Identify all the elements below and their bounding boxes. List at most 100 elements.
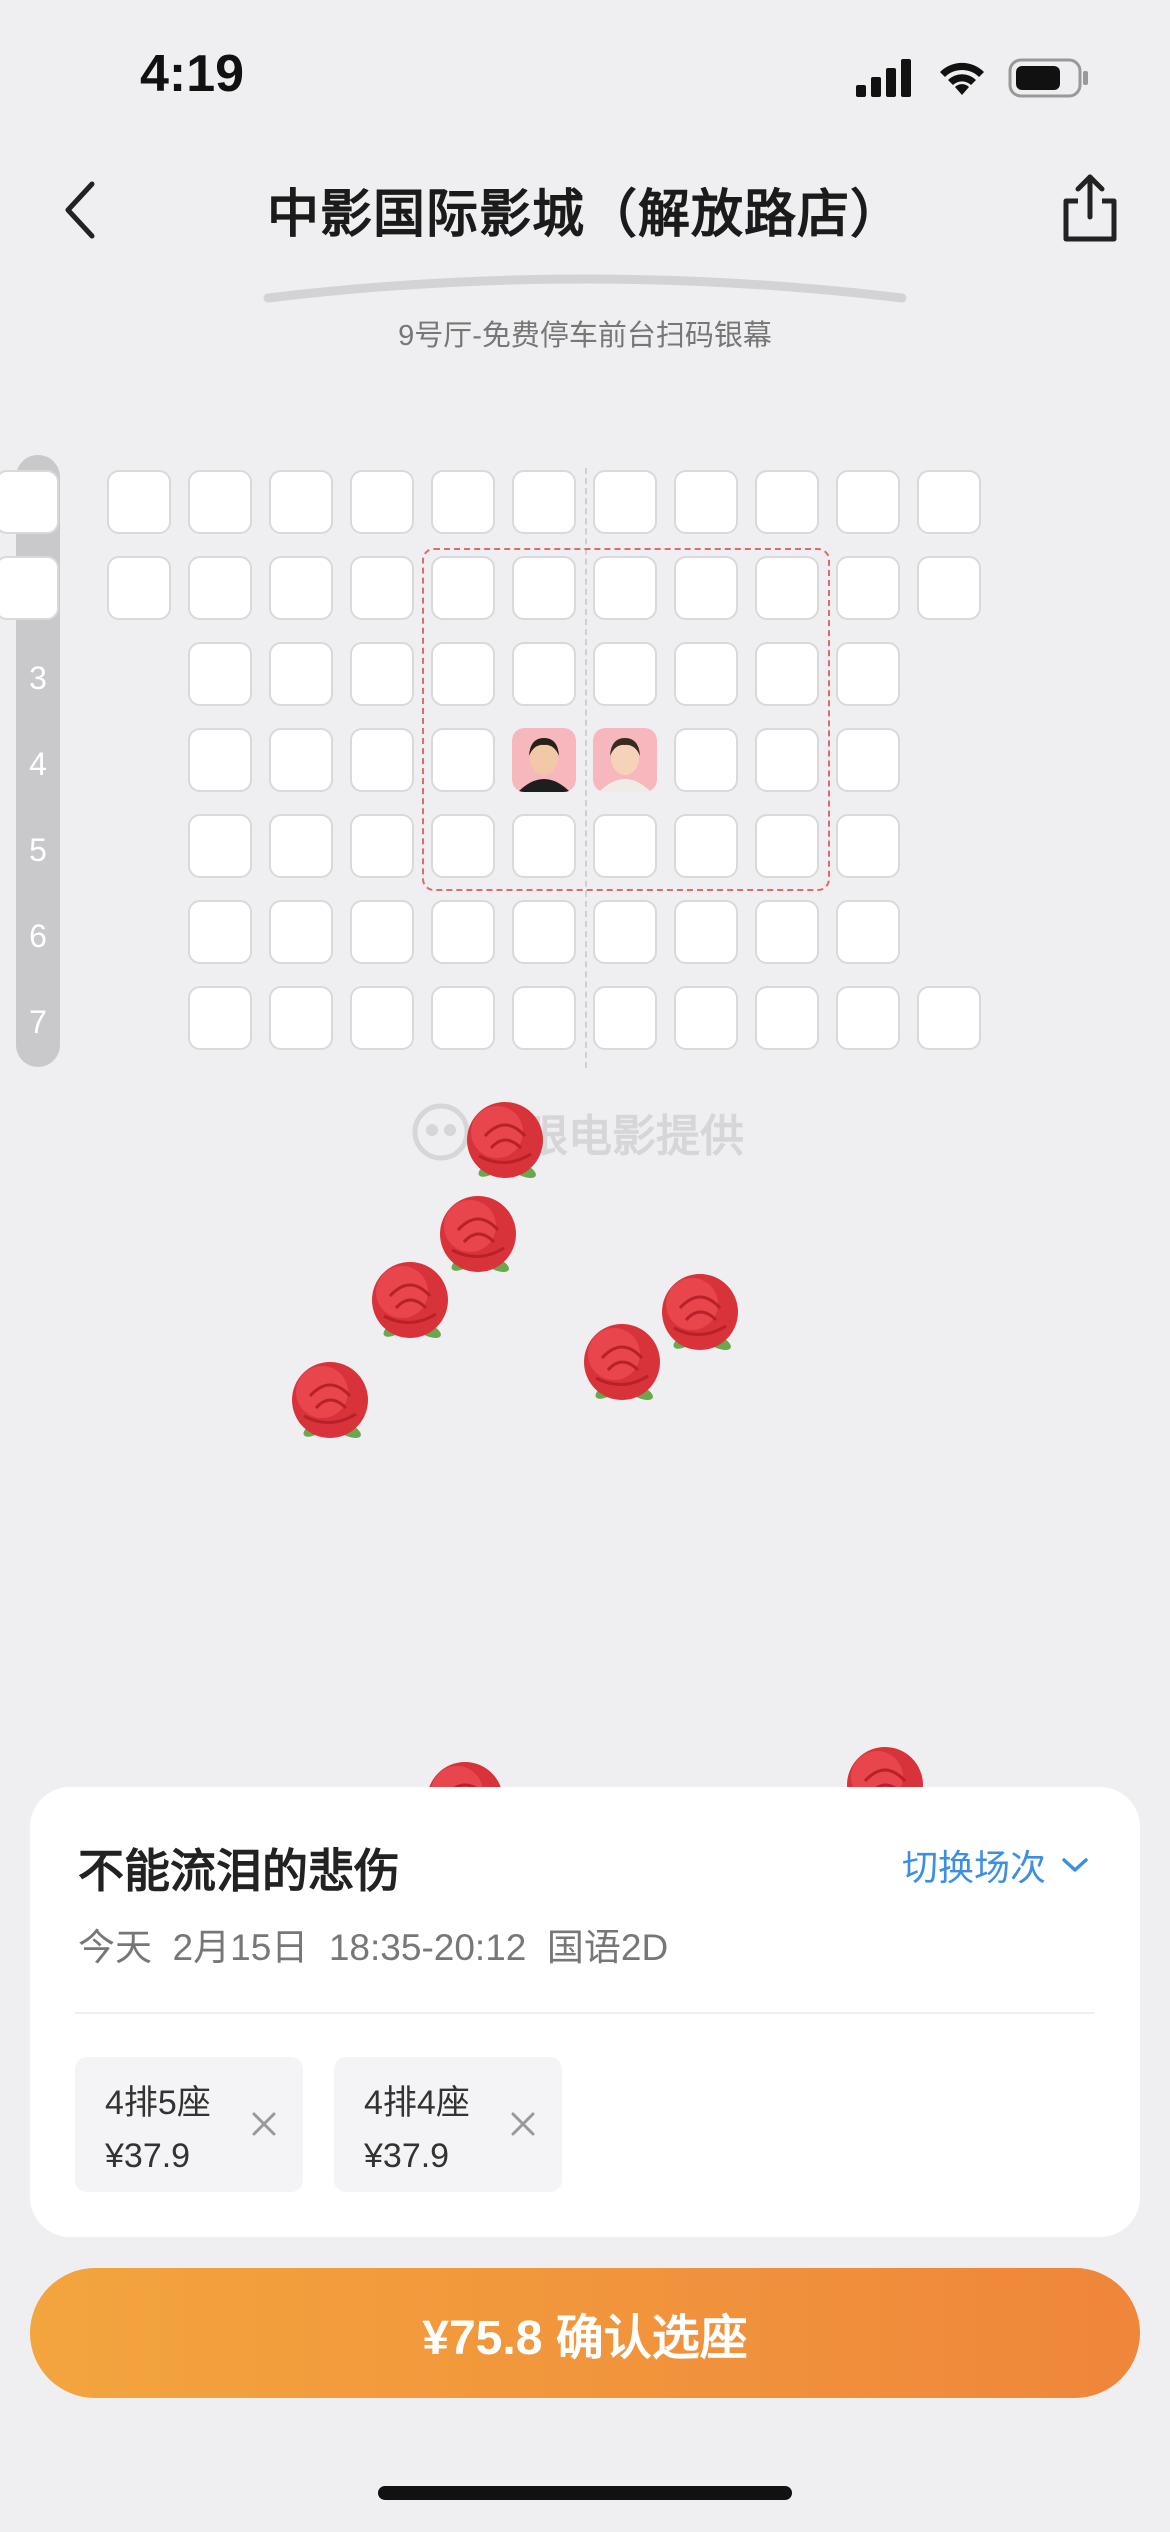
seat[interactable] xyxy=(350,728,414,792)
selected-ticket[interactable]: 4排4座 ¥37.9 xyxy=(334,2057,562,2192)
seat[interactable] xyxy=(350,986,414,1050)
seat[interactable] xyxy=(674,556,738,620)
seat[interactable] xyxy=(836,900,900,964)
seat[interactable] xyxy=(188,556,252,620)
back-button[interactable] xyxy=(40,170,120,250)
seat[interactable] xyxy=(188,814,252,878)
seat[interactable] xyxy=(593,814,657,878)
avatar-icon xyxy=(512,728,576,792)
seat[interactable] xyxy=(350,642,414,706)
seat[interactable] xyxy=(674,814,738,878)
seat[interactable] xyxy=(836,986,900,1050)
seat[interactable] xyxy=(431,556,495,620)
show-info-card: 不能流泪的悲伤 切换场次 今天 2月15日 18:35-20:12 国语2D 4… xyxy=(30,1787,1140,2237)
seat[interactable] xyxy=(188,900,252,964)
seat[interactable] xyxy=(512,470,576,534)
seat[interactable] xyxy=(431,986,495,1050)
switch-show-label: 切换场次 xyxy=(901,1847,1046,1888)
seat[interactable] xyxy=(350,470,414,534)
seat[interactable] xyxy=(755,728,819,792)
row-number: 6 xyxy=(29,918,47,954)
seat[interactable] xyxy=(674,470,738,534)
selected-ticket[interactable]: 4排5座 ¥37.9 xyxy=(75,2057,303,2192)
seat[interactable] xyxy=(431,470,495,534)
ticket-price: ¥37.9 xyxy=(105,2137,191,2175)
seat[interactable] xyxy=(188,642,252,706)
seat[interactable] xyxy=(755,986,819,1050)
seat[interactable] xyxy=(917,986,981,1050)
watermark-text: 猫眼电影提供 xyxy=(480,1112,744,1161)
seat[interactable] xyxy=(593,642,657,706)
status-icons xyxy=(856,58,1090,98)
seat[interactable] xyxy=(836,556,900,620)
seat[interactable] xyxy=(269,470,333,534)
seat[interactable] xyxy=(269,814,333,878)
seat[interactable] xyxy=(755,814,819,878)
row-number: 3 xyxy=(29,660,47,696)
seat[interactable] xyxy=(431,642,495,706)
seat[interactable] xyxy=(593,900,657,964)
seat[interactable] xyxy=(431,900,495,964)
row-number: 4 xyxy=(29,746,47,782)
seat[interactable] xyxy=(188,986,252,1050)
page-title: 中影国际影城（解放路店） xyxy=(266,186,903,244)
seat-selected[interactable] xyxy=(512,728,576,792)
seat[interactable] xyxy=(512,642,576,706)
seat[interactable] xyxy=(431,814,495,878)
movie-title: 不能流泪的悲伤 xyxy=(78,1845,400,1897)
seat[interactable] xyxy=(755,642,819,706)
seat[interactable] xyxy=(269,556,333,620)
seat[interactable] xyxy=(350,556,414,620)
close-icon[interactable] xyxy=(249,2109,279,2139)
ticket-seat: 4排5座 xyxy=(105,2084,211,2122)
seat[interactable] xyxy=(674,986,738,1050)
seat[interactable] xyxy=(917,556,981,620)
navigation-bar: 中影国际影城（解放路店） xyxy=(0,150,1170,270)
seat[interactable] xyxy=(593,986,657,1050)
seat[interactable] xyxy=(755,556,819,620)
confirm-seat-button[interactable]: ¥75.8 确认选座 xyxy=(30,2268,1140,2398)
seat[interactable] xyxy=(512,556,576,620)
seat[interactable] xyxy=(269,986,333,1050)
seat[interactable] xyxy=(350,900,414,964)
seat[interactable] xyxy=(350,814,414,878)
seat[interactable] xyxy=(0,470,59,534)
seat[interactable] xyxy=(836,728,900,792)
close-icon[interactable] xyxy=(508,2109,538,2139)
seat[interactable] xyxy=(269,642,333,706)
cat-eye-logo-icon xyxy=(412,1103,470,1161)
switch-show-button[interactable]: 切换场次 xyxy=(902,1839,1090,1891)
seat-selected[interactable] xyxy=(593,728,657,792)
seat[interactable] xyxy=(512,814,576,878)
seat[interactable] xyxy=(512,900,576,964)
chevron-left-icon xyxy=(65,181,95,239)
seat[interactable] xyxy=(593,470,657,534)
seat[interactable] xyxy=(917,470,981,534)
ticket-price: ¥37.9 xyxy=(364,2137,450,2175)
seat[interactable] xyxy=(755,900,819,964)
seat[interactable] xyxy=(512,986,576,1050)
seat[interactable] xyxy=(269,900,333,964)
battery-icon xyxy=(1008,58,1088,98)
seat[interactable] xyxy=(836,814,900,878)
seat[interactable] xyxy=(755,470,819,534)
seat[interactable] xyxy=(269,728,333,792)
status-bar: 4:19 xyxy=(0,0,1170,150)
seat[interactable] xyxy=(836,470,900,534)
seat[interactable] xyxy=(674,900,738,964)
seat[interactable] xyxy=(188,728,252,792)
seat[interactable] xyxy=(188,470,252,534)
seat[interactable] xyxy=(431,728,495,792)
show-meta: 今天 2月15日 18:35-20:12 国语2D xyxy=(78,1927,669,1968)
seat[interactable] xyxy=(674,728,738,792)
share-button[interactable] xyxy=(1050,168,1130,248)
divider xyxy=(75,2012,1095,2014)
avatar-icon xyxy=(593,728,657,792)
seat[interactable] xyxy=(836,642,900,706)
seat[interactable] xyxy=(593,556,657,620)
ticket-seat: 4排4座 xyxy=(364,2084,470,2122)
seat[interactable] xyxy=(107,556,171,620)
seat[interactable] xyxy=(674,642,738,706)
seat[interactable] xyxy=(107,470,171,534)
seat[interactable] xyxy=(0,556,59,620)
